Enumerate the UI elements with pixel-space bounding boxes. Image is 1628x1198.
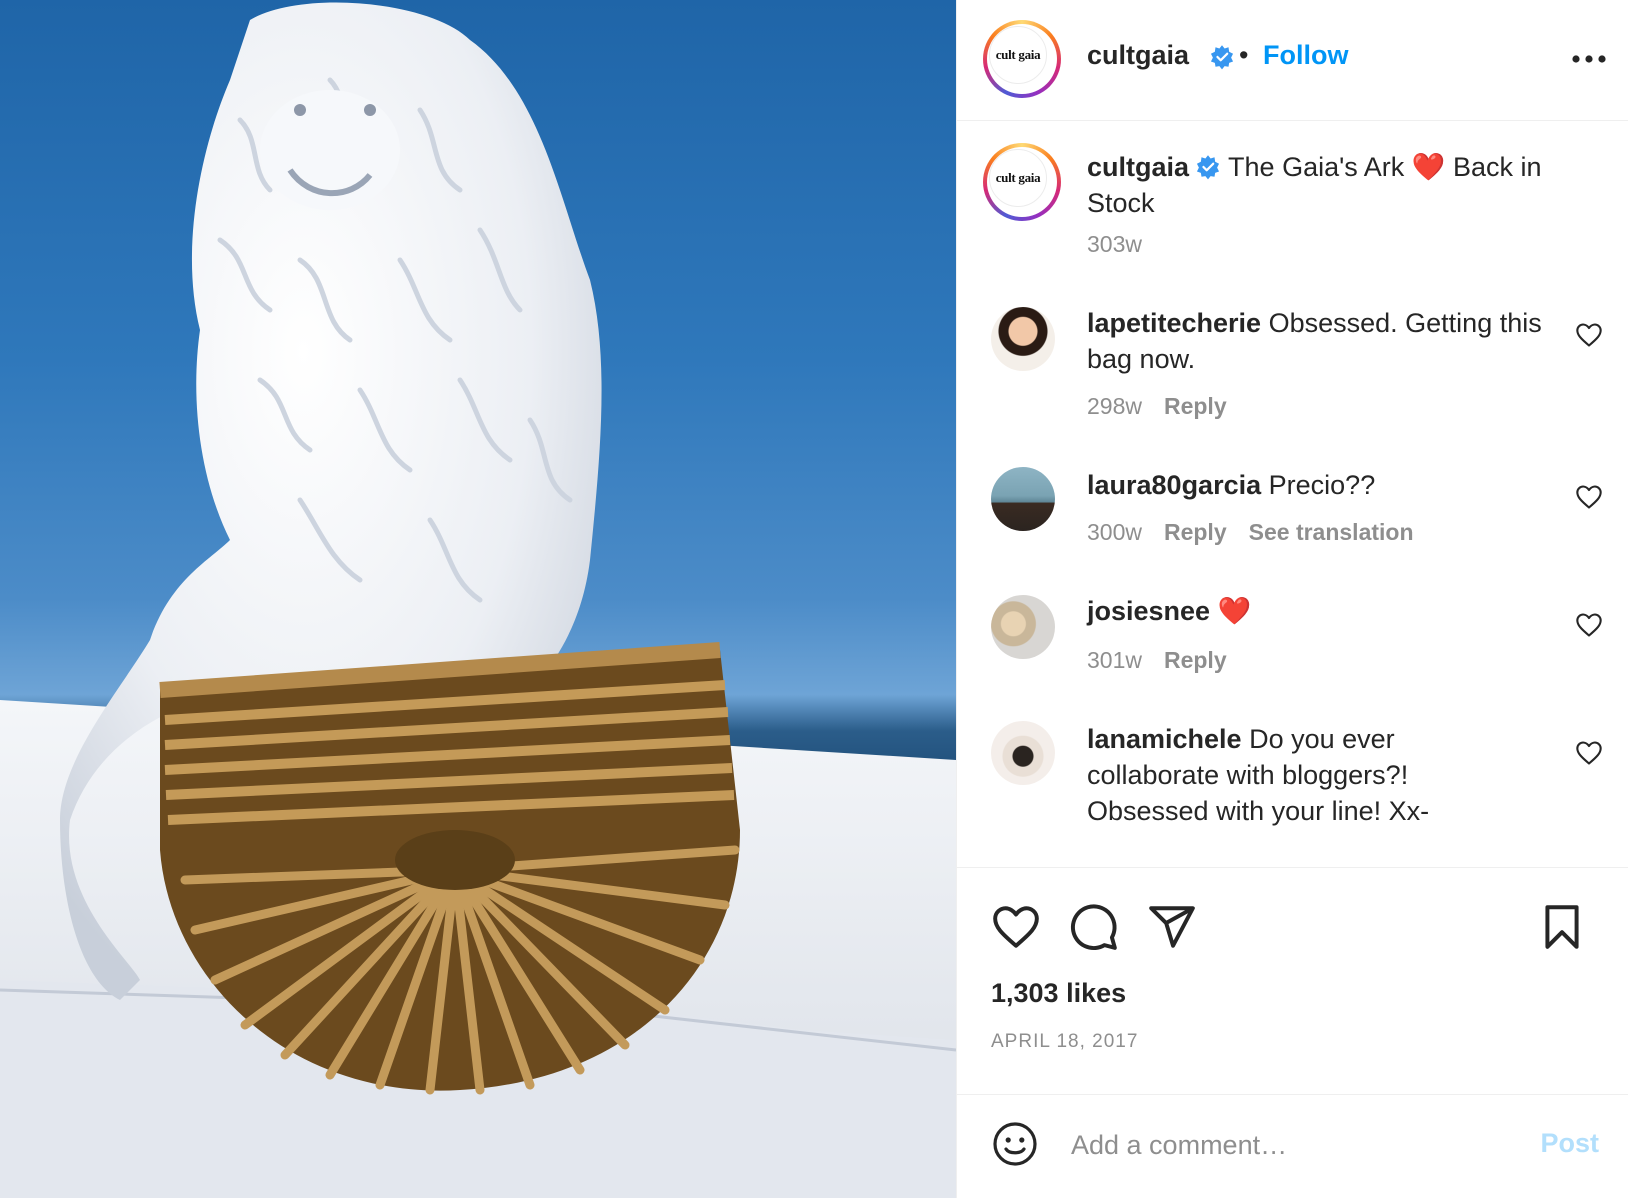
comment: lapetitecherie Obsessed. Getting this ba… xyxy=(1087,305,1557,377)
comment: lanamichele Do you ever collaborate with… xyxy=(1087,721,1507,829)
comments-list[interactable]: cult gaia cultgaia The Gaia's Ark ❤️ Bac… xyxy=(957,121,1628,867)
comment-like-heart-icon[interactable] xyxy=(1575,739,1603,767)
comment-like-heart-icon[interactable] xyxy=(1575,611,1603,639)
instagram-post: cult gaia cultgaia • Follow cult gaia cu… xyxy=(0,0,1628,1198)
comment-like-heart-icon[interactable] xyxy=(1575,483,1603,511)
cult-gaia-logo: cult gaia xyxy=(989,26,1047,84)
photo-lion-statue-bamboo-bag xyxy=(0,2,956,1198)
see-translation-button[interactable]: See translation xyxy=(1249,519,1414,545)
author-username[interactable]: cultgaia xyxy=(1087,40,1189,71)
share-icon[interactable] xyxy=(1147,902,1197,952)
comment: josiesnee ❤️ xyxy=(1087,593,1557,629)
bookmark-icon[interactable] xyxy=(1537,902,1587,952)
caption-author-avatar[interactable]: cult gaia xyxy=(983,143,1061,221)
more-options-icon[interactable] xyxy=(1569,44,1609,74)
verified-badge-icon xyxy=(1210,45,1234,70)
caption-meta: 303w xyxy=(1087,231,1142,258)
comment-text: Precio?? xyxy=(1268,470,1376,500)
comment-input[interactable] xyxy=(1069,1120,1493,1170)
reply-button[interactable]: Reply xyxy=(1164,519,1227,545)
heart-icon[interactable] xyxy=(991,902,1041,952)
red-heart-emoji: ❤️ xyxy=(1411,152,1446,182)
post-date[interactable]: APRIL 18, 2017 xyxy=(991,1031,1138,1053)
commenter-avatar[interactable] xyxy=(991,467,1055,531)
commenter-avatar[interactable] xyxy=(991,721,1055,785)
follow-button[interactable]: Follow xyxy=(1263,40,1348,71)
post-actions: 1,303 likes APRIL 18, 2017 xyxy=(957,867,1628,1095)
comment-text: ❤️ xyxy=(1217,596,1252,626)
comment-username[interactable]: lanamichele xyxy=(1087,724,1242,754)
comment-like-heart-icon[interactable] xyxy=(1575,321,1603,349)
comment-meta: 298w Reply xyxy=(1087,393,1227,420)
comment: laura80garcia Precio?? xyxy=(1087,467,1557,503)
comment-meta: 300w Reply See translation xyxy=(1087,519,1414,546)
caption-time[interactable]: 303w xyxy=(1087,231,1142,257)
comment-username[interactable]: lapetitecherie xyxy=(1087,308,1261,338)
likes-count[interactable]: 1,303 likes xyxy=(991,978,1126,1009)
emoji-icon[interactable] xyxy=(991,1120,1039,1168)
comment-time[interactable]: 301w xyxy=(1087,647,1142,673)
comment-time[interactable]: 298w xyxy=(1087,393,1142,419)
caption-username[interactable]: cultgaia xyxy=(1087,152,1189,182)
cult-gaia-logo: cult gaia xyxy=(989,149,1047,207)
comment-username[interactable]: laura80garcia xyxy=(1087,470,1261,500)
post-comment-button[interactable]: Post xyxy=(1540,1128,1599,1159)
verified-badge-icon xyxy=(1196,155,1220,180)
caption: cultgaia The Gaia's Ark ❤️ Back in Stock xyxy=(1087,149,1587,221)
comment-username[interactable]: josiesnee xyxy=(1087,596,1210,626)
commenter-avatar[interactable] xyxy=(991,595,1055,659)
comment-meta: 301w Reply xyxy=(1087,647,1227,674)
post-photo[interactable] xyxy=(0,0,956,1198)
commenter-avatar[interactable] xyxy=(991,307,1055,371)
caption-text-before: The Gaia's Ark xyxy=(1228,152,1405,182)
reply-button[interactable]: Reply xyxy=(1164,647,1227,673)
add-comment-bar: Post xyxy=(957,1094,1628,1198)
header-separator: • xyxy=(1239,40,1249,70)
comment-icon[interactable] xyxy=(1069,902,1119,952)
comment-time[interactable]: 300w xyxy=(1087,519,1142,545)
post-header: cult gaia cultgaia • Follow xyxy=(957,0,1628,121)
reply-button[interactable]: Reply xyxy=(1164,393,1227,419)
author-avatar[interactable]: cult gaia xyxy=(983,20,1061,98)
post-side-panel: cult gaia cultgaia • Follow cult gaia cu… xyxy=(956,0,1628,1198)
